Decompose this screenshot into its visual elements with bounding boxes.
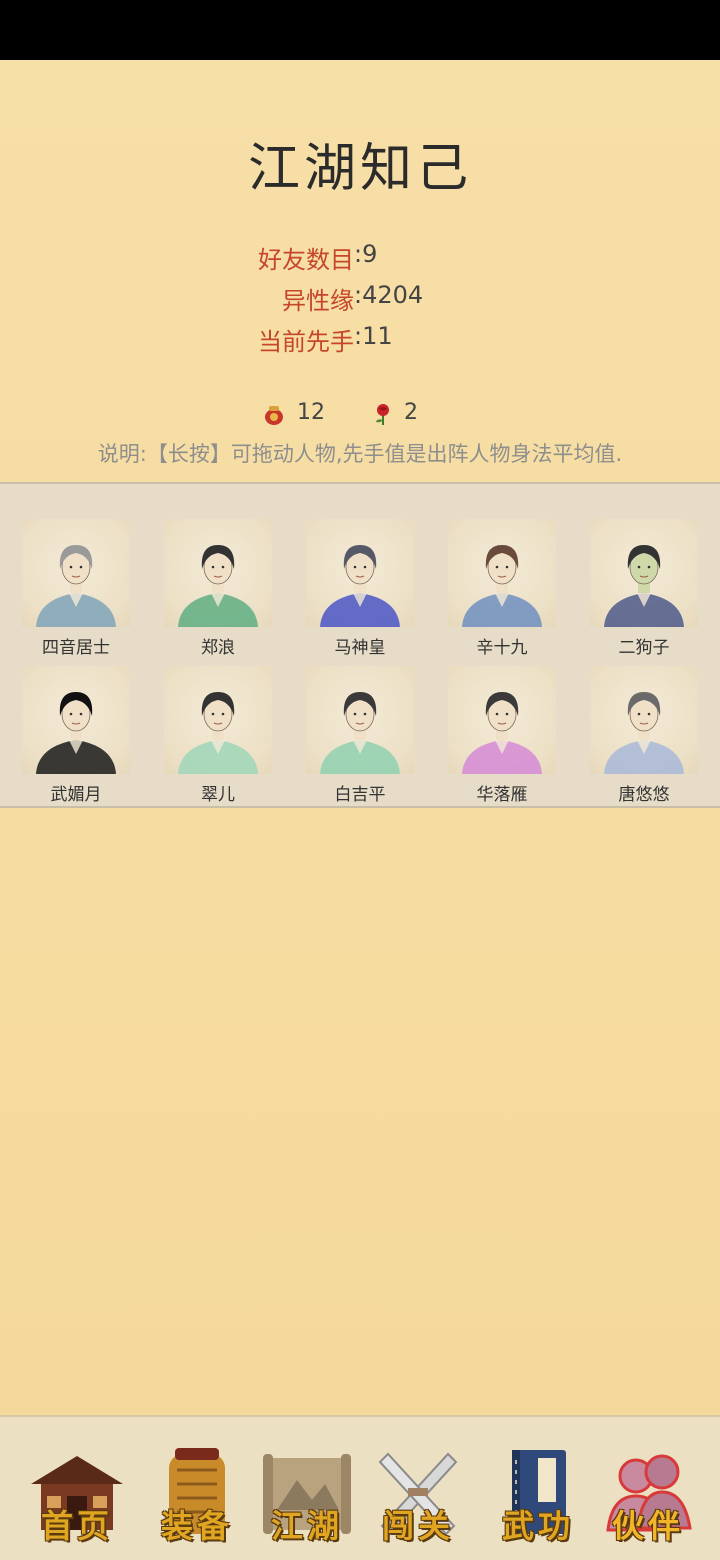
stat-label: 好友数目 [258, 246, 354, 274]
nav-label: 江湖 [270, 1507, 343, 1545]
companion-portrait [164, 519, 272, 627]
companion-card[interactable]: 华落雁 [448, 666, 558, 806]
bottom-nav: 首页 装备 江湖 闯关 武功 伙伴 [0, 1415, 720, 1560]
nav-label: 伙伴 [611, 1507, 684, 1545]
companion-name: 白吉平 [334, 785, 386, 805]
nav-item[interactable]: 江湖 [257, 1435, 357, 1545]
nav-item[interactable]: 武功 [488, 1435, 588, 1545]
companion-name: 辛十九 [476, 638, 528, 658]
companion-card[interactable]: 武媚月 [22, 666, 132, 806]
gift-pouch-icon [263, 402, 285, 426]
nav-label: 武功 [501, 1507, 574, 1545]
companion-name: 马神皇 [334, 638, 386, 658]
companion-portrait [306, 519, 414, 627]
companion-name: 郑浪 [201, 638, 235, 658]
nav-item[interactable]: 伙伴 [598, 1435, 698, 1545]
companion-portrait [590, 519, 698, 627]
companion-card[interactable]: 辛十九 [448, 519, 558, 659]
stat-value: :11 [354, 322, 393, 350]
stat-label: 异性缘 [282, 287, 354, 315]
stat-value: :4204 [354, 281, 424, 309]
companion-portrait [590, 666, 698, 774]
companion-name: 翠儿 [201, 785, 235, 805]
currency-row: 12 2 [0, 398, 720, 432]
companion-name: 唐悠悠 [618, 785, 670, 805]
companion-card[interactable]: 四音居士 [22, 519, 132, 659]
stat-label: 当前先手 [258, 328, 354, 356]
page-title: 江湖知己 [247, 139, 472, 199]
companion-card[interactable]: 郑浪 [164, 519, 274, 659]
status-bar [0, 0, 720, 60]
companion-portrait [448, 666, 556, 774]
companion-name: 华落雁 [476, 785, 528, 805]
companion-portrait [164, 666, 272, 774]
nav-label: 首页 [40, 1507, 113, 1545]
nav-item[interactable]: 装备 [147, 1435, 247, 1545]
stat-initiative: 当前先手 :11 [0, 322, 720, 358]
companion-name: 四音居士 [42, 638, 110, 658]
companion-portrait [448, 519, 556, 627]
stat-affinity: 异性缘 :4204 [0, 281, 720, 317]
companion-card[interactable]: 马神皇 [306, 519, 416, 659]
companion-card[interactable]: 二狗子 [590, 519, 700, 659]
companion-card[interactable]: 白吉平 [306, 666, 416, 806]
companion-name: 武媚月 [50, 785, 102, 805]
rose-count: 2 [404, 400, 418, 425]
gift-count: 12 [297, 400, 325, 425]
rose-icon [372, 402, 394, 426]
companion-card[interactable]: 翠儿 [164, 666, 274, 806]
nav-item[interactable]: 闯关 [368, 1435, 468, 1545]
nav-label: 闯关 [381, 1507, 454, 1545]
companion-portrait [22, 519, 130, 627]
companion-name: 二狗子 [618, 638, 670, 658]
companion-card[interactable]: 唐悠悠 [590, 666, 700, 806]
stat-value: :9 [354, 240, 378, 268]
companion-roster: 四音居士 郑浪 马神皇 辛十九 二狗子武媚月 翠儿 白吉平 华落雁 唐悠悠 [0, 482, 720, 808]
nav-label: 装备 [160, 1507, 233, 1545]
stat-friend-count: 好友数目 :9 [0, 240, 720, 276]
companion-portrait [306, 666, 414, 774]
nav-item[interactable]: 首页 [27, 1435, 127, 1545]
companion-portrait [22, 666, 130, 774]
instruction-note: 说明:【长按】可拖动人物,先手值是出阵人物身法平均值. [97, 442, 623, 466]
